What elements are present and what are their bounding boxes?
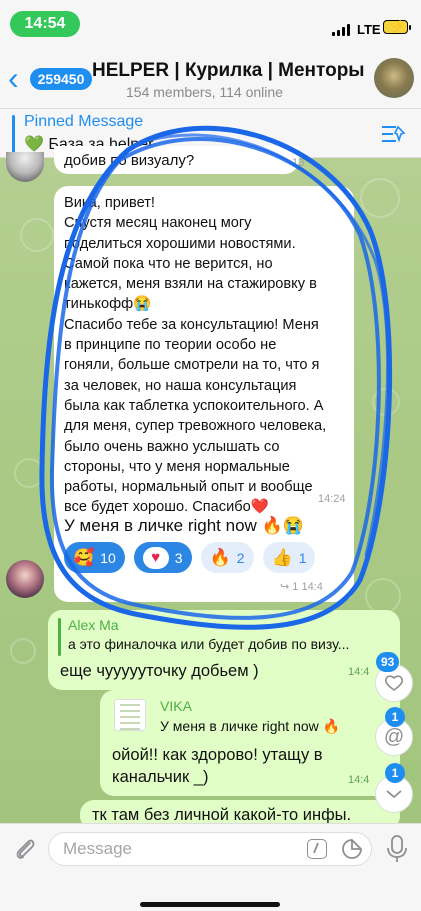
cellular-signal-icon <box>332 24 350 36</box>
message-input-bar <box>0 823 421 911</box>
message-bubble-partial[interactable]: добив по визуалу? 13 <box>54 146 304 174</box>
status-time: 14:54 <box>10 11 80 37</box>
message-time: 14:4 <box>348 666 370 678</box>
message-time: 13 <box>292 157 305 169</box>
message-second-line: У меня в личке right now 🔥😭 <box>64 516 304 535</box>
reply-author: Alex Ma <box>68 617 119 633</box>
status-bar: 14:54 LTE ⚡ <box>0 0 421 50</box>
reply-quote: а это финалочка или будет добив по визу.… <box>68 636 350 652</box>
back-unread-badge[interactable]: 259450 <box>30 68 92 90</box>
message-bubble-main[interactable]: Вика, привет! Спустя месяц наконец могу … <box>54 186 354 602</box>
pinned-list-icon[interactable] <box>380 123 406 145</box>
chevron-down-icon <box>386 790 402 799</box>
reaction-smiling-hearts[interactable]: 🥰 10 <box>64 542 125 573</box>
message-time: 14:4 <box>348 774 370 786</box>
reaction-heart[interactable]: ♥ 3 <box>133 542 192 573</box>
message-bubble-outgoing[interactable]: Alex Ma а это финалочка или будет добив … <box>48 610 400 690</box>
reaction-thumbs-up[interactable]: 👍 1 <box>262 542 316 573</box>
back-chevron-icon[interactable]: ‹ <box>8 62 30 94</box>
reply-thumbnail <box>114 699 146 731</box>
chat-title[interactable]: HELPER | Курилка | Менторы <box>92 60 365 82</box>
battery-tip <box>409 25 411 30</box>
message-text: добив по визуалу? <box>64 152 195 169</box>
message-text: ойой!! как здорово! утащу в канальчик _) <box>112 746 323 786</box>
avatar[interactable] <box>6 560 44 598</box>
attach-icon[interactable] <box>11 835 39 863</box>
at-sign-icon: @ <box>383 725 405 748</box>
battery-icon: ⚡ <box>383 19 408 34</box>
reaction-fire[interactable]: 🔥 2 <box>200 542 254 573</box>
chat-header: ‹ 259450 HELPER | Курилка | Менторы 154 … <box>0 50 421 108</box>
message-bubble-outgoing[interactable]: VIKA У меня в личке right now 🔥 ойой!! к… <box>100 690 400 796</box>
sticker-icon[interactable] <box>341 838 363 860</box>
microphone-icon[interactable] <box>385 834 409 864</box>
bot-commands-icon[interactable] <box>307 839 327 859</box>
pinned-label: Pinned Message <box>24 113 144 130</box>
reactions-row: 🥰 10 ♥ 3 🔥 2 👍 1 <box>64 542 316 573</box>
telegram-chat-screen: 14:54 LTE ⚡ ‹ 259450 HELPER | Курилка | … <box>0 0 421 911</box>
heart-outline-icon <box>384 675 404 691</box>
heart-icon: ♥ <box>142 546 169 569</box>
group-avatar[interactable] <box>374 58 414 98</box>
chat-members-status: 154 members, 114 online <box>126 84 283 100</box>
reply-quote: У меня в личке right now 🔥 <box>160 718 341 734</box>
reply-author: VIKA <box>160 698 192 714</box>
home-indicator <box>140 902 280 907</box>
reactions-count-badge: 93 <box>376 652 400 672</box>
mentions-count-badge: 1 <box>385 707 405 727</box>
pinned-indicator <box>12 115 15 153</box>
reply-indicator <box>58 618 61 656</box>
network-type: LTE <box>357 22 381 37</box>
message-replies-time[interactable]: ↪ 1 14:4 <box>280 580 323 593</box>
message-text: Вика, привет! Спустя месяц наконец могу … <box>64 195 327 516</box>
message-time: 14:24 <box>318 493 346 505</box>
message-text: еще чуууууточку добьем ) <box>60 662 259 680</box>
unread-count-badge: 1 <box>385 763 405 783</box>
